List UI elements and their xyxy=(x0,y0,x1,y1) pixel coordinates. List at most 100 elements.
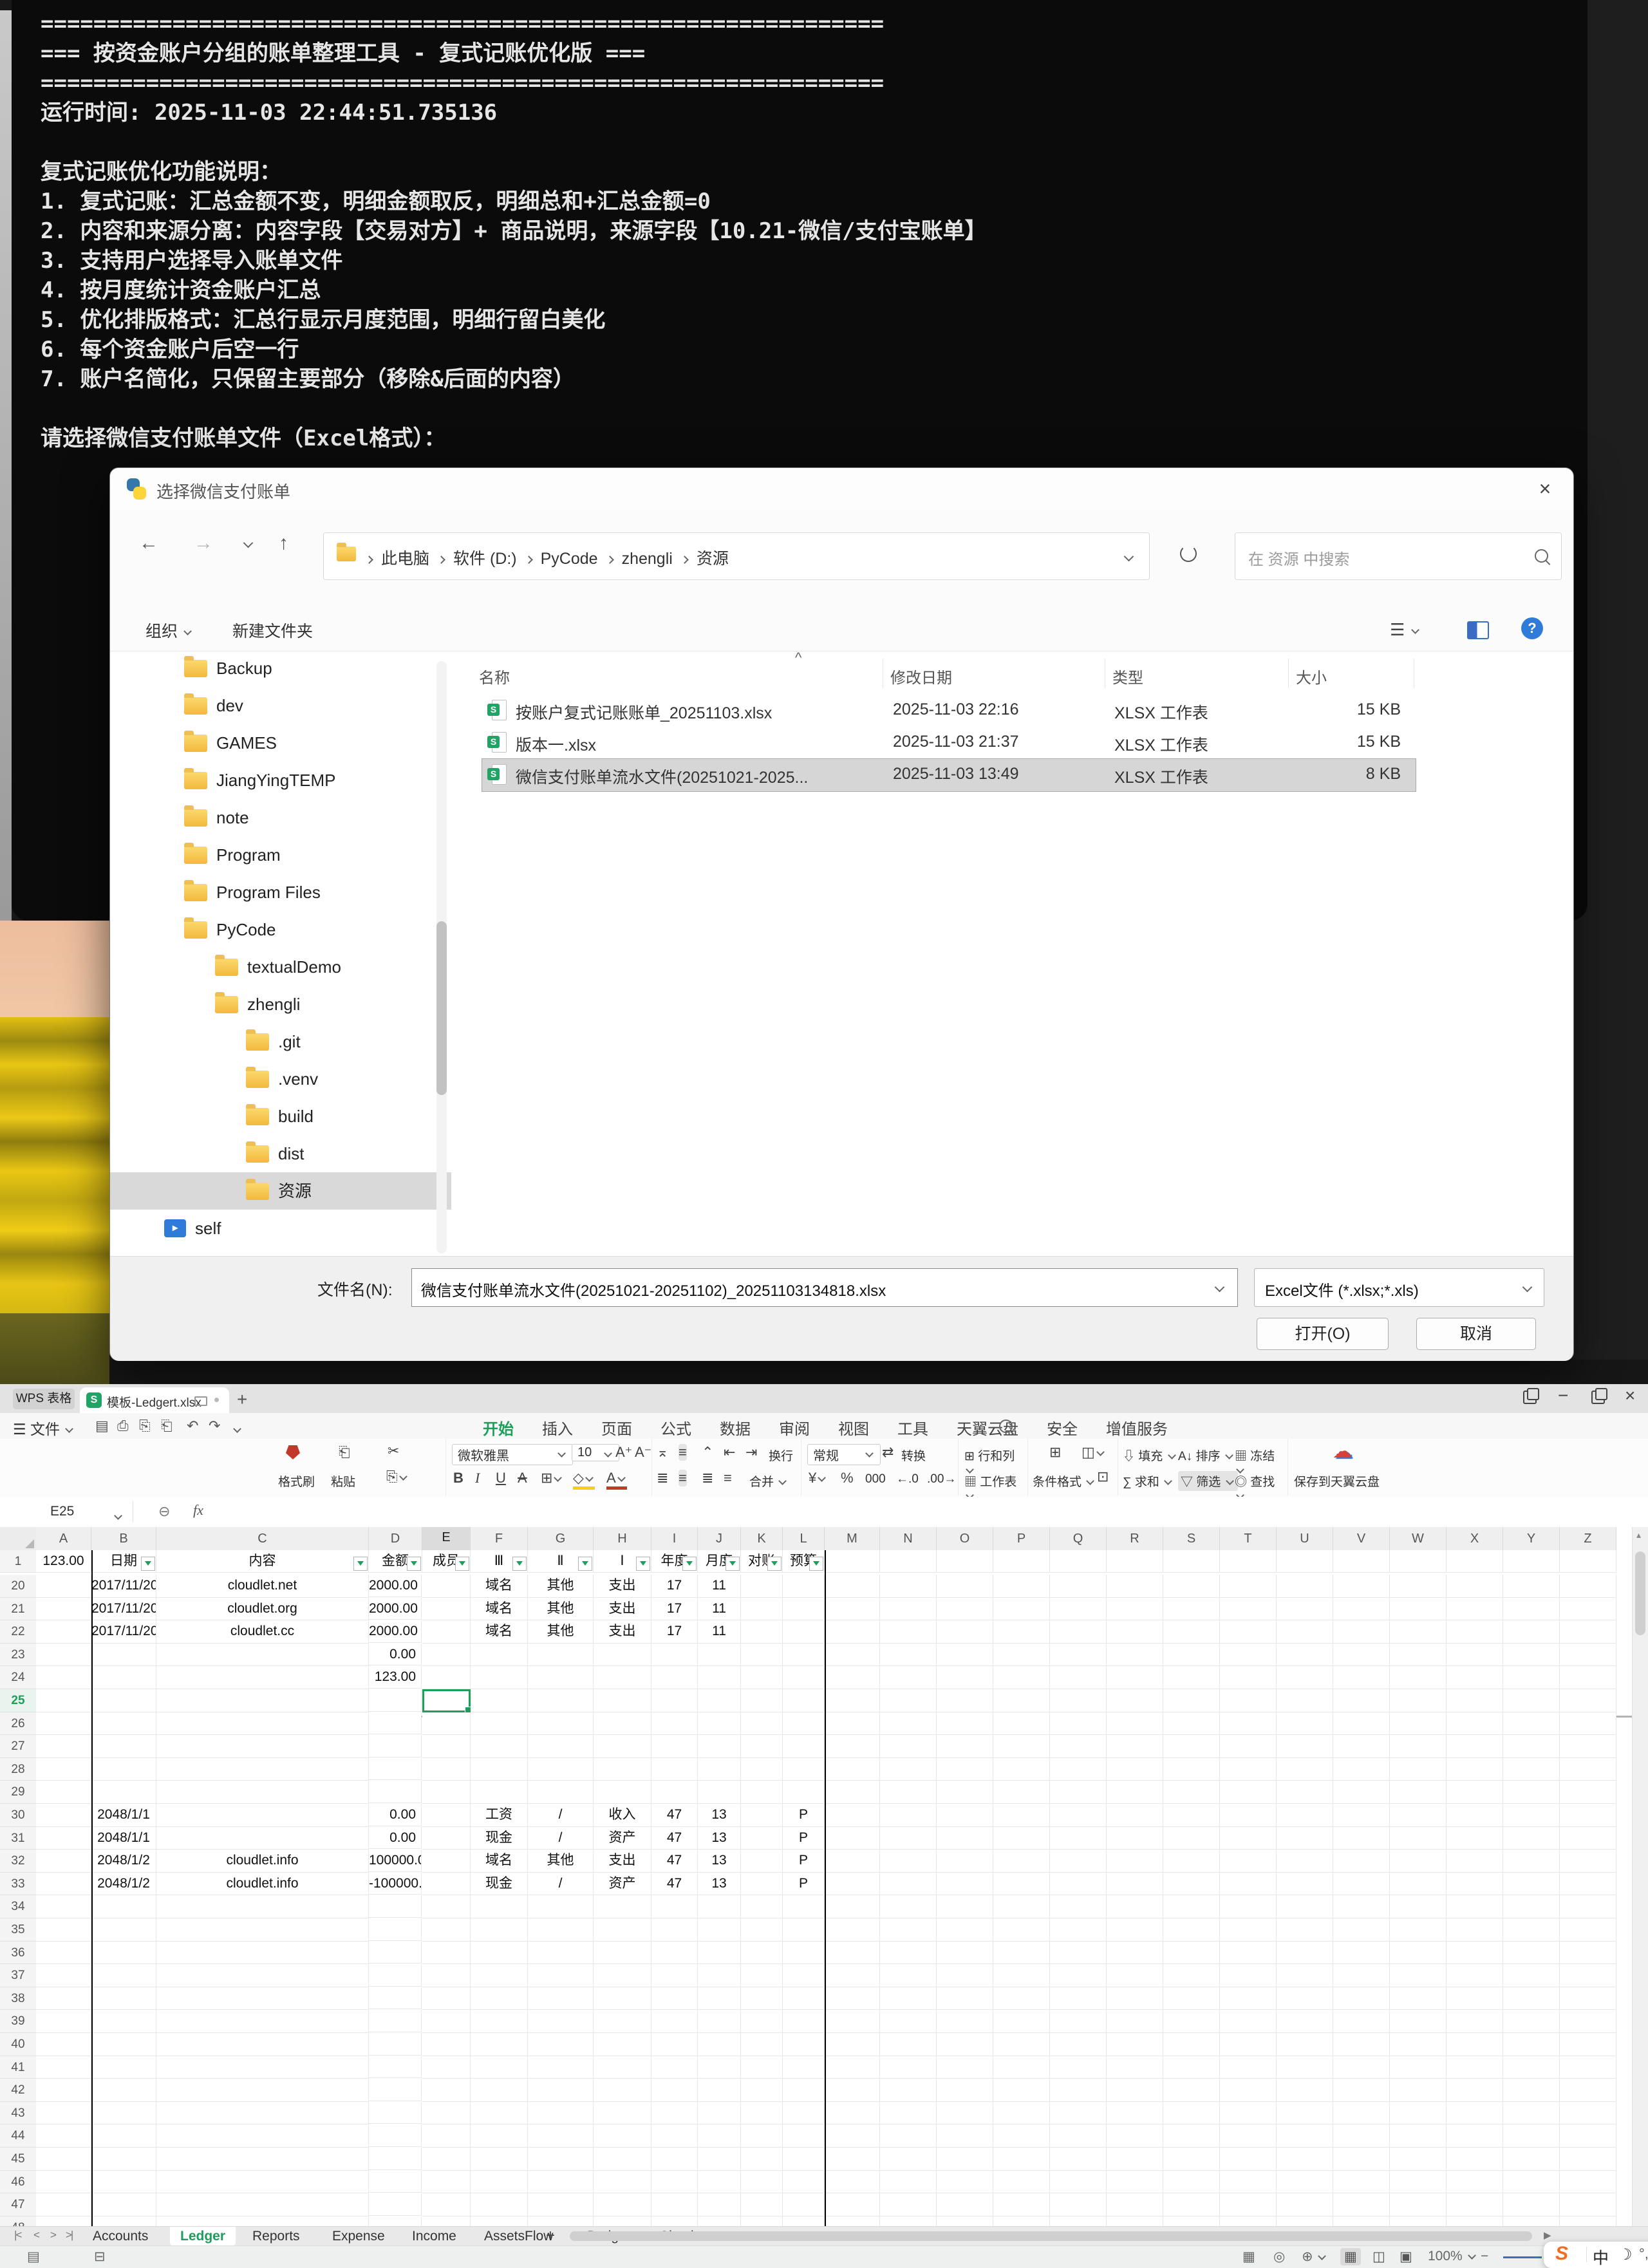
close-window-icon[interactable]: × xyxy=(1625,1385,1635,1406)
cell-I37[interactable] xyxy=(651,1964,698,1987)
cell-N42[interactable] xyxy=(880,2079,937,2102)
cell-J37[interactable] xyxy=(698,1964,741,1987)
cell-S29[interactable] xyxy=(1163,1781,1220,1804)
cell-W32[interactable] xyxy=(1390,1850,1447,1873)
filter-icon[interactable] xyxy=(767,1557,782,1571)
cell-H1[interactable]: Ⅰ xyxy=(594,1550,651,1573)
align-bottom-icon[interactable]: ⌃ xyxy=(702,1444,713,1461)
cell-W38[interactable] xyxy=(1390,1987,1447,2010)
search-box[interactable]: 在 资源 中搜索 xyxy=(1235,532,1562,580)
cell-T48[interactable] xyxy=(1220,2216,1277,2226)
cell-G24[interactable] xyxy=(528,1666,594,1689)
cell-U42[interactable] xyxy=(1277,2079,1333,2102)
cell-T30[interactable] xyxy=(1220,1804,1277,1827)
cell-N48[interactable] xyxy=(880,2216,937,2226)
row-header-45[interactable]: 45 xyxy=(0,2148,37,2171)
cell-X22[interactable] xyxy=(1447,1620,1503,1644)
cell-M39[interactable] xyxy=(825,2010,880,2033)
cell-X46[interactable] xyxy=(1447,2171,1503,2194)
cell-L1[interactable]: 预算 xyxy=(783,1550,825,1573)
cell-P35[interactable] xyxy=(993,1918,1050,1942)
cell-Y47[interactable] xyxy=(1503,2193,1560,2216)
cell-N29[interactable] xyxy=(880,1781,937,1804)
cell-Q36[interactable] xyxy=(1050,1942,1107,1965)
cell-W31[interactable] xyxy=(1390,1827,1447,1850)
cell-Q26[interactable] xyxy=(1050,1712,1107,1736)
bold-icon[interactable]: B xyxy=(453,1470,464,1486)
cell-E35[interactable] xyxy=(422,1918,471,1942)
cell-R31[interactable] xyxy=(1107,1827,1163,1850)
cell-L47[interactable] xyxy=(783,2193,825,2216)
cell-V28[interactable] xyxy=(1333,1758,1390,1781)
cell-F33[interactable]: 现金 xyxy=(471,1873,528,1896)
copy-icon[interactable]: ⎘ xyxy=(386,1468,409,1485)
cell-G45[interactable] xyxy=(528,2148,594,2171)
cell-A48[interactable] xyxy=(36,2216,91,2226)
cell-Y43[interactable] xyxy=(1503,2102,1560,2125)
cell-Y21[interactable] xyxy=(1503,1598,1560,1621)
cell-V40[interactable] xyxy=(1333,2033,1390,2056)
cell-B37[interactable] xyxy=(91,1964,156,1987)
cell-U40[interactable] xyxy=(1277,2033,1333,2056)
cell-E40[interactable] xyxy=(422,2033,471,2056)
cell-Y33[interactable] xyxy=(1503,1873,1560,1896)
cell-X39[interactable] xyxy=(1447,2010,1503,2033)
cell-U27[interactable] xyxy=(1277,1735,1333,1758)
cell-A47[interactable] xyxy=(36,2193,91,2216)
cell-T22[interactable] xyxy=(1220,1620,1277,1644)
cell-U20[interactable] xyxy=(1277,1575,1333,1598)
cell-Y37[interactable] xyxy=(1503,1964,1560,1987)
cell-A1[interactable]: 123.00 xyxy=(36,1550,91,1573)
cell-V30[interactable] xyxy=(1333,1804,1390,1827)
cell-W30[interactable] xyxy=(1390,1804,1447,1827)
row-header-37[interactable]: 37 xyxy=(0,1964,37,1987)
cell-T31[interactable] xyxy=(1220,1827,1277,1850)
cell-T43[interactable] xyxy=(1220,2102,1277,2125)
italic-icon[interactable]: I xyxy=(475,1470,480,1486)
cell-G25[interactable] xyxy=(528,1689,594,1712)
cell-K30[interactable] xyxy=(741,1804,783,1827)
cell-X20[interactable] xyxy=(1447,1575,1503,1598)
cond-format-button[interactable]: 条件格式 xyxy=(1033,1472,1096,1490)
cell-K48[interactable] xyxy=(741,2216,783,2226)
cell-D27[interactable] xyxy=(369,1735,422,1757)
cell-C22[interactable]: cloudlet.cc xyxy=(156,1620,369,1644)
cell-F32[interactable]: 域名 xyxy=(471,1850,528,1873)
cell-O40[interactable] xyxy=(937,2033,993,2056)
cell-C44[interactable] xyxy=(156,2124,369,2148)
cell-H21[interactable]: 支出 xyxy=(594,1598,651,1621)
cell-J25[interactable] xyxy=(698,1689,741,1712)
cell-A22[interactable] xyxy=(36,1620,91,1644)
cell-P42[interactable] xyxy=(993,2079,1050,2102)
address-bar[interactable]: 此电脑软件 (D:)PyCodezhengli资源 xyxy=(323,532,1150,580)
cell-U34[interactable] xyxy=(1277,1895,1333,1918)
cell-O21[interactable] xyxy=(937,1598,993,1621)
cell-F27[interactable] xyxy=(471,1735,528,1758)
cell-G38[interactable] xyxy=(528,1987,594,2010)
cell-H46[interactable] xyxy=(594,2171,651,2194)
cell-H20[interactable]: 支出 xyxy=(594,1575,651,1598)
cell-Q31[interactable] xyxy=(1050,1827,1107,1850)
cell-H30[interactable]: 收入 xyxy=(594,1804,651,1827)
cell-R23[interactable] xyxy=(1107,1644,1163,1667)
cell-C42[interactable] xyxy=(156,2079,369,2102)
cell-I30[interactable]: 47 xyxy=(651,1804,698,1827)
sidebar-item--[interactable]: 资源 xyxy=(110,1172,451,1210)
list-column-0[interactable]: 名称 xyxy=(479,665,510,688)
cell-Z23[interactable] xyxy=(1560,1644,1616,1667)
cell-D32[interactable]: 100000.00 xyxy=(369,1850,422,1872)
cell-R32[interactable] xyxy=(1107,1850,1163,1873)
cell-K38[interactable] xyxy=(741,1987,783,2010)
cell-R22[interactable] xyxy=(1107,1620,1163,1644)
cell-X1[interactable] xyxy=(1447,1550,1503,1573)
cell-K47[interactable] xyxy=(741,2193,783,2216)
filter-icon[interactable] xyxy=(682,1557,697,1571)
preview-pane-icon[interactable] xyxy=(1467,621,1489,642)
cell-V22[interactable] xyxy=(1333,1620,1390,1644)
cell-R44[interactable] xyxy=(1107,2124,1163,2148)
cell-Q23[interactable] xyxy=(1050,1644,1107,1667)
cell-K29[interactable] xyxy=(741,1781,783,1804)
align-top-icon[interactable]: ⌅ xyxy=(657,1444,668,1461)
cell-K26[interactable] xyxy=(741,1712,783,1736)
cell-Z28[interactable] xyxy=(1560,1758,1616,1781)
